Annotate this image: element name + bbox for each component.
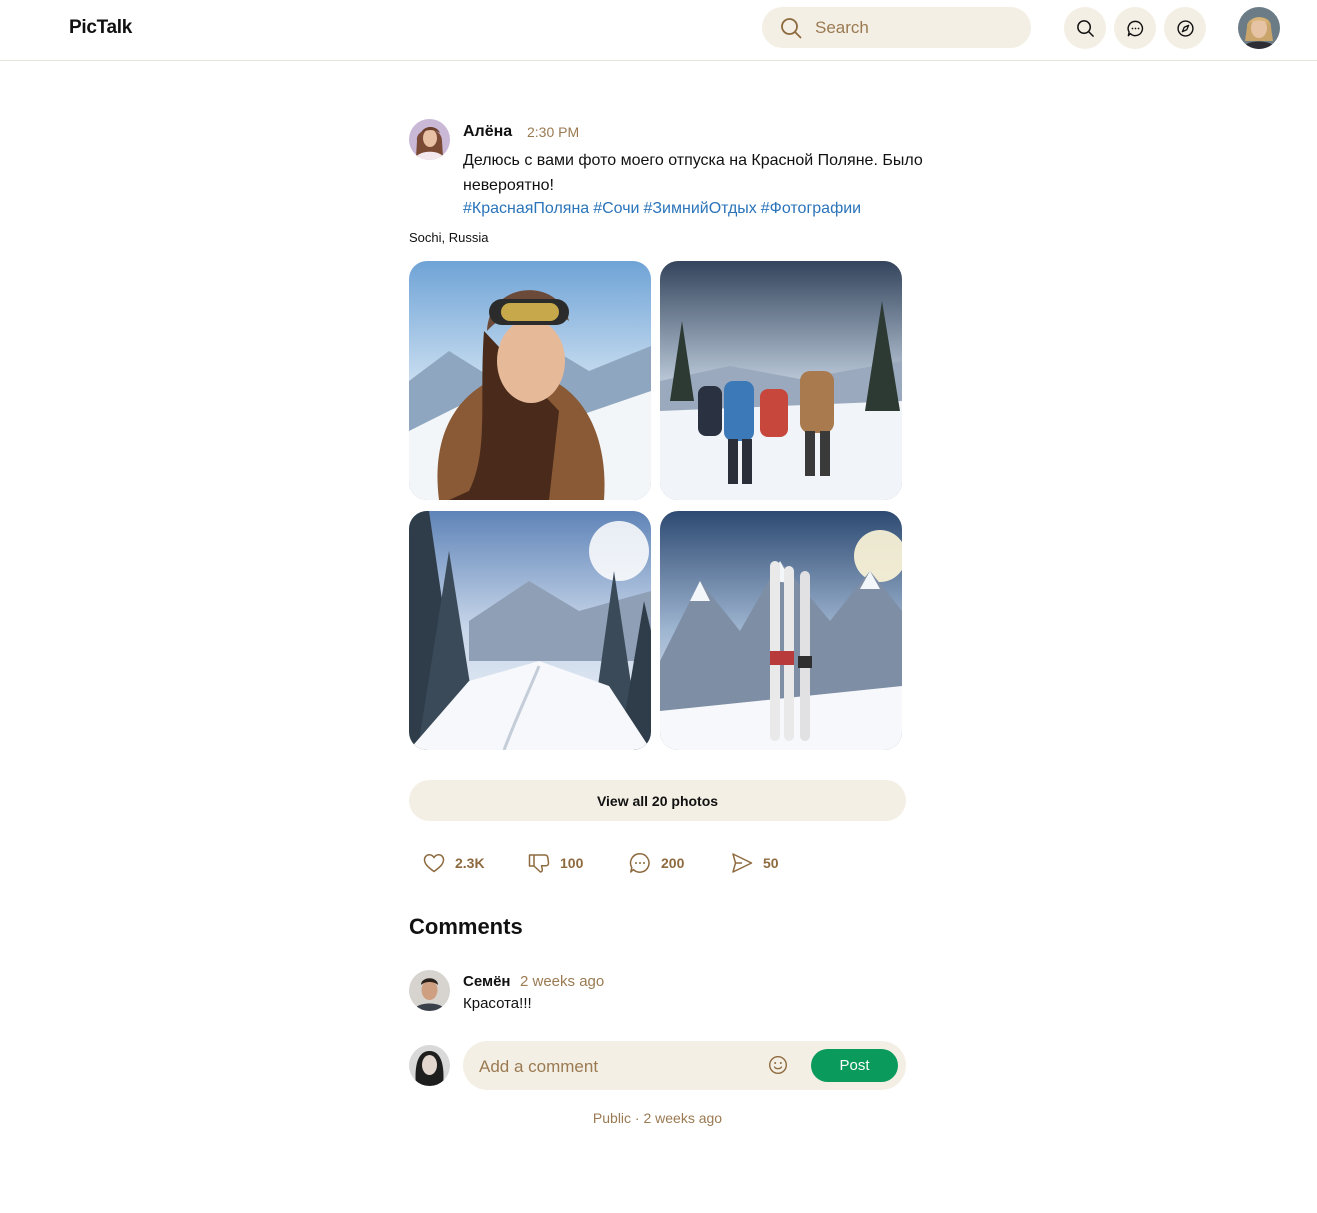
emoji-icon[interactable]: [768, 1055, 788, 1075]
app-logo[interactable]: PicTalk: [69, 17, 132, 39]
search-icon: [1076, 19, 1094, 37]
messages-button[interactable]: [1114, 7, 1156, 49]
photo-snowy-forest-valley[interactable]: [409, 511, 651, 750]
author-avatar[interactable]: [409, 119, 450, 160]
comment-button[interactable]: 200: [628, 850, 684, 876]
comment-text: Красота!!!: [463, 995, 532, 1012]
current-user-avatar: [409, 1045, 450, 1086]
post-timestamp: 2:30 PM: [527, 124, 580, 140]
comment-count: 200: [661, 855, 685, 871]
like-count: 2.3K: [455, 855, 485, 871]
search-bar[interactable]: Search: [762, 7, 1031, 48]
post-location[interactable]: Sochi, Russia: [409, 230, 488, 245]
share-button[interactable]: 50: [730, 850, 779, 876]
view-all-photos-button[interactable]: View all 20 photos: [409, 780, 906, 821]
comment-author[interactable]: Семён: [463, 973, 510, 990]
search-button[interactable]: [1064, 7, 1106, 49]
post-visibility-meta: Public · 2 weeks ago: [592, 1110, 723, 1126]
top-bar: PicTalk Search: [0, 0, 1317, 61]
hashtag-link[interactable]: #Сочи: [593, 200, 639, 217]
commenter-avatar[interactable]: [409, 970, 450, 1011]
thumbs-down-icon: [528, 854, 550, 873]
explore-button[interactable]: [1164, 7, 1206, 49]
dislike-count: 100: [560, 855, 584, 871]
profile-avatar[interactable]: [1238, 7, 1280, 49]
heart-icon: [423, 854, 445, 873]
author-name[interactable]: Алёна: [463, 123, 512, 141]
comment-input[interactable]: Add a comment: [479, 1057, 598, 1077]
comment-timestamp: 2 weeks ago: [520, 973, 605, 990]
comments-heading: Comments: [409, 914, 523, 939]
hashtag-link[interactable]: #КраснаяПоляна: [463, 200, 589, 217]
photo-skis-in-snow[interactable]: [660, 511, 902, 750]
chat-icon: [1126, 20, 1143, 36]
search-input[interactable]: Search: [815, 18, 869, 38]
dislike-button[interactable]: 100: [527, 850, 583, 876]
photo-woman-in-ski-goggles[interactable]: [409, 261, 651, 500]
search-icon: [781, 18, 802, 39]
hashtag-link[interactable]: #Фотографии: [761, 200, 861, 217]
post-text: Делюсь с вами фото моего отпуска на Крас…: [463, 152, 923, 194]
hashtag-link[interactable]: #ЗимнийОтдых: [643, 200, 756, 217]
comment-box: Add a comment Post: [463, 1041, 906, 1090]
compass-icon: [1176, 19, 1194, 37]
post-comment-button[interactable]: Post: [811, 1049, 898, 1082]
send-icon: [732, 853, 753, 873]
like-button[interactable]: 2.3K: [422, 850, 485, 876]
photo-hikers-on-snowy-trail[interactable]: [660, 261, 902, 500]
post-hashtags: #КраснаяПоляна #Сочи #ЗимнийОтдых #Фотограф…: [463, 198, 865, 220]
share-count: 50: [763, 855, 779, 871]
comment-icon: [629, 853, 650, 873]
